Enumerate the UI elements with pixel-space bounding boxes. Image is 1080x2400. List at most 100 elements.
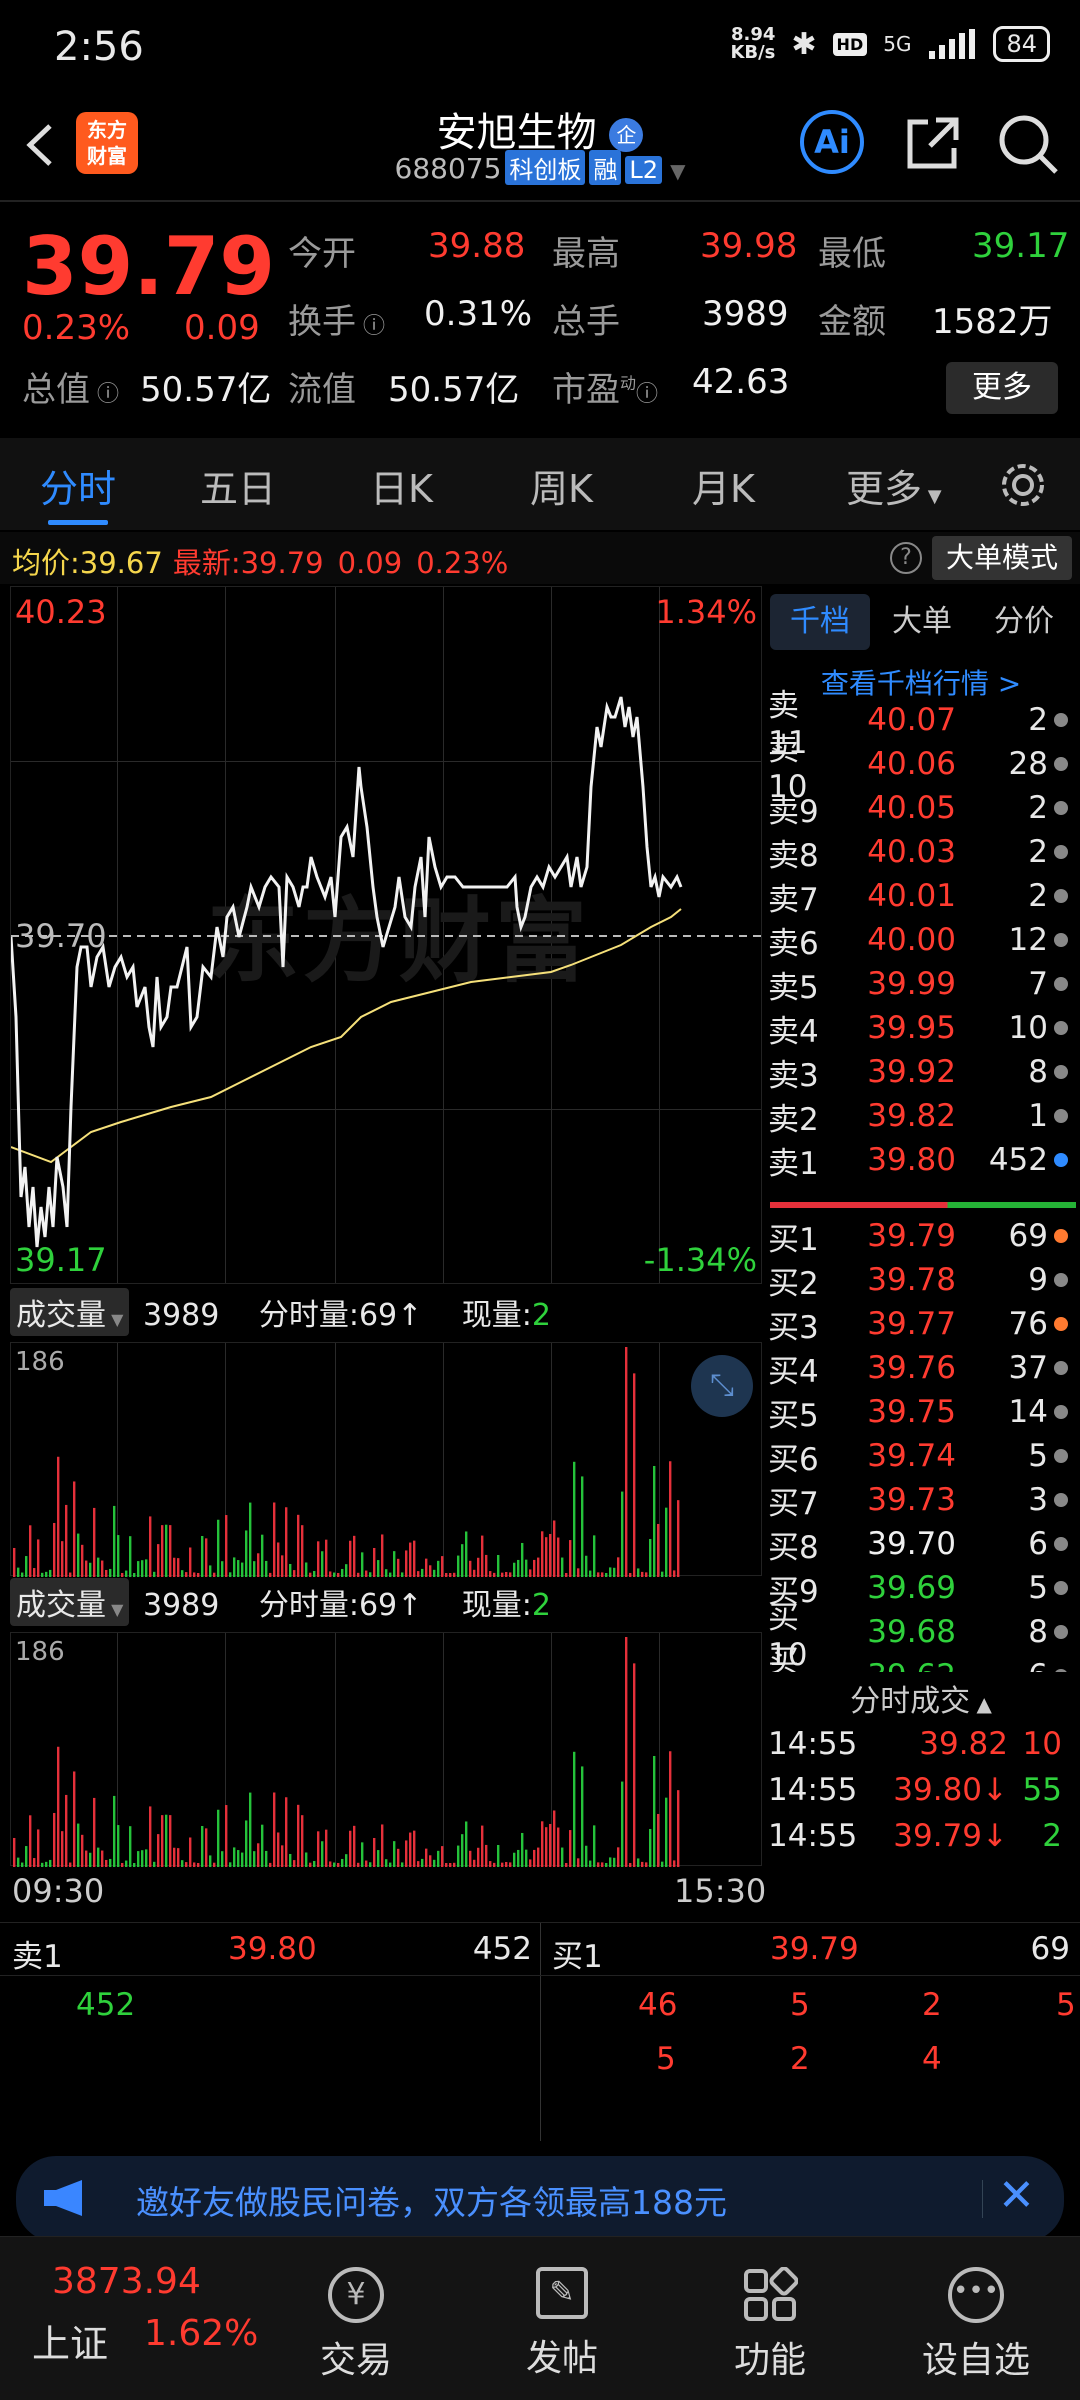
volume-bar xyxy=(77,1823,80,1867)
tab-big-order[interactable]: 大单 xyxy=(872,594,972,650)
close-icon[interactable]: ✕ xyxy=(998,2170,1035,2221)
volume-bar xyxy=(393,1841,396,1867)
volume-bar xyxy=(657,1813,660,1867)
volume-bar xyxy=(101,1850,104,1867)
bid-price: 39.74 xyxy=(867,1438,956,1474)
ask-row[interactable]: 卖2 39.82 1 xyxy=(768,1094,1068,1138)
volume-bar xyxy=(573,1461,576,1577)
help-icon[interactable]: ? xyxy=(890,542,922,574)
volume-bar xyxy=(629,1572,632,1577)
volume-bar xyxy=(193,1862,196,1867)
volume-bar xyxy=(105,1569,108,1577)
expand-icon[interactable]: ⤡ xyxy=(691,1355,753,1417)
chevron-down-icon[interactable]: ▼ xyxy=(670,159,685,183)
tab-depth[interactable]: 千档 xyxy=(770,594,870,650)
volume-bar xyxy=(33,1568,36,1577)
tick-row: 14:55 39.79↓ 2 xyxy=(768,1818,1068,1854)
ask-row[interactable]: 卖5 39.99 7 xyxy=(768,962,1068,1006)
ask-row[interactable]: 卖7 40.01 2 xyxy=(768,874,1068,918)
volume-bar xyxy=(181,1570,184,1577)
ask-row[interactable]: 卖4 39.95 10 xyxy=(768,1006,1068,1050)
tab-intraday[interactable]: 分时 xyxy=(40,458,116,513)
bid-row[interactable]: 买4 39.76 37 xyxy=(768,1346,1068,1390)
info-icon[interactable]: ⓘ xyxy=(356,314,385,339)
nav-trade-label: 交易 xyxy=(319,2340,392,2381)
bid-row[interactable]: 买7 39.73 3 xyxy=(768,1478,1068,1522)
share-icon[interactable] xyxy=(900,112,964,176)
ask-row[interactable]: 卖9 40.05 2 xyxy=(768,786,1068,830)
volume-bar xyxy=(353,1535,356,1577)
search-icon[interactable] xyxy=(996,112,1060,176)
volume-bar xyxy=(361,1842,364,1867)
volume-bar xyxy=(545,1827,548,1867)
volume-bar xyxy=(589,1860,592,1867)
volume-dropdown-label: 成交量 xyxy=(16,1298,106,1333)
volume-bar xyxy=(617,1847,620,1867)
volume-bar xyxy=(369,1572,372,1577)
gear-icon[interactable] xyxy=(996,458,1050,512)
tick-price-value: 39.82 xyxy=(919,1726,1008,1762)
volume-dropdown[interactable]: 成交量 ▼ xyxy=(10,1288,130,1336)
ticks-title[interactable]: 分时成交 ▲ xyxy=(768,1676,1074,1720)
bid-row[interactable]: 买5 39.75 14 xyxy=(768,1390,1068,1434)
tab-monthly[interactable]: 月K xyxy=(692,458,755,513)
volume-bar xyxy=(49,1569,52,1577)
bid-volume: 14 xyxy=(1008,1394,1048,1430)
volume-bar xyxy=(497,1844,500,1867)
volume-bar xyxy=(189,1837,192,1867)
tab-daily[interactable]: 日K xyxy=(370,458,433,513)
price-lines xyxy=(11,696,763,1248)
volume-bar xyxy=(669,1751,672,1867)
now-volume-label: 现量: xyxy=(461,1298,532,1333)
bid-row[interactable]: 买2 39.78 9 xyxy=(768,1258,1068,1302)
stock-header: 东方财富 安旭生物 企 688075 科创板融 L2 ▼ Ai xyxy=(0,100,1080,200)
volume-dropdown-label: 成交量 xyxy=(16,1588,106,1623)
volume-bar xyxy=(177,1848,180,1867)
volume-bar xyxy=(65,1504,68,1577)
volume-bar xyxy=(349,1830,352,1867)
info-icon[interactable]: ⓘ xyxy=(90,382,119,407)
volume-bar xyxy=(405,1550,408,1577)
ask-row[interactable]: 卖1 39.80 452 xyxy=(768,1138,1068,1182)
volume-dropdown[interactable]: 成交量 ▼ xyxy=(10,1578,130,1626)
queue-sell-label: 卖1 xyxy=(12,1939,63,1975)
ask-row[interactable]: 卖3 39.92 8 xyxy=(768,1050,1068,1094)
ask-row[interactable]: 卖8 40.03 2 xyxy=(768,830,1068,874)
more-button[interactable]: 更多 xyxy=(946,362,1058,414)
nav-functions[interactable]: 功能 xyxy=(700,2267,840,2383)
volume-bar xyxy=(609,1567,612,1577)
tab-weekly[interactable]: 周K xyxy=(530,458,593,513)
ask-row[interactable]: 卖6 40.00 12 xyxy=(768,918,1068,962)
ask-price: 40.07 xyxy=(867,702,956,738)
tab-price-dist[interactable]: 分价 xyxy=(974,594,1074,650)
tick-row: 14:55 39.82 10 xyxy=(768,1726,1068,1762)
ai-icon[interactable]: Ai xyxy=(800,110,864,174)
open-label: 今开 xyxy=(288,234,356,274)
tab-more[interactable]: 更多 ▼ xyxy=(846,458,942,513)
ask-row[interactable]: 卖10 40.06 28 xyxy=(768,732,1068,805)
promo-banner[interactable]: 邀好友做股民问卷，双方各领最高188元 ✕ xyxy=(16,2156,1064,2242)
queue-buy-label: 买1 xyxy=(552,1939,603,1975)
nav-trade[interactable]: ¥ 交易 xyxy=(286,2267,426,2383)
volume-bar xyxy=(429,1565,432,1577)
bid-row[interactable]: 买1 39.79 69 xyxy=(768,1214,1068,1258)
volume-bar xyxy=(569,1540,572,1577)
volume-bar xyxy=(477,1557,480,1577)
bid-row[interactable]: 买11 39.626 xyxy=(768,1644,1068,1672)
more-dots-icon: ••• xyxy=(948,2267,1004,2323)
bid-row[interactable]: 买3 39.77 76 xyxy=(768,1302,1068,1346)
status-icons: 8.94 KB/s ✱ HD 5G 84 xyxy=(730,26,1050,62)
intraday-chart[interactable]: 东方财富 40.23 1.34% 39.70 39.17 -1.34% xyxy=(10,586,763,1284)
volume-bar xyxy=(277,1832,280,1867)
time-end: 15:30 xyxy=(674,1872,767,1910)
volume-bar xyxy=(405,1840,408,1867)
bid-row[interactable]: 买6 39.74 5 xyxy=(768,1434,1068,1478)
nav-watchlist[interactable]: ••• 设自选 xyxy=(906,2267,1046,2383)
info-icon[interactable]: ⓘ xyxy=(636,382,658,407)
volume-chart-2[interactable]: 186 xyxy=(10,1632,762,1867)
big-order-mode-button[interactable]: 大单模式 xyxy=(932,536,1072,580)
volume-chart-1[interactable]: 186 ⤡ xyxy=(10,1342,762,1577)
tab-5day[interactable]: 五日 xyxy=(200,458,276,513)
bid-row[interactable]: 买8 39.70 6 xyxy=(768,1522,1068,1566)
nav-post[interactable]: ✎ 发帖 xyxy=(492,2267,632,2381)
